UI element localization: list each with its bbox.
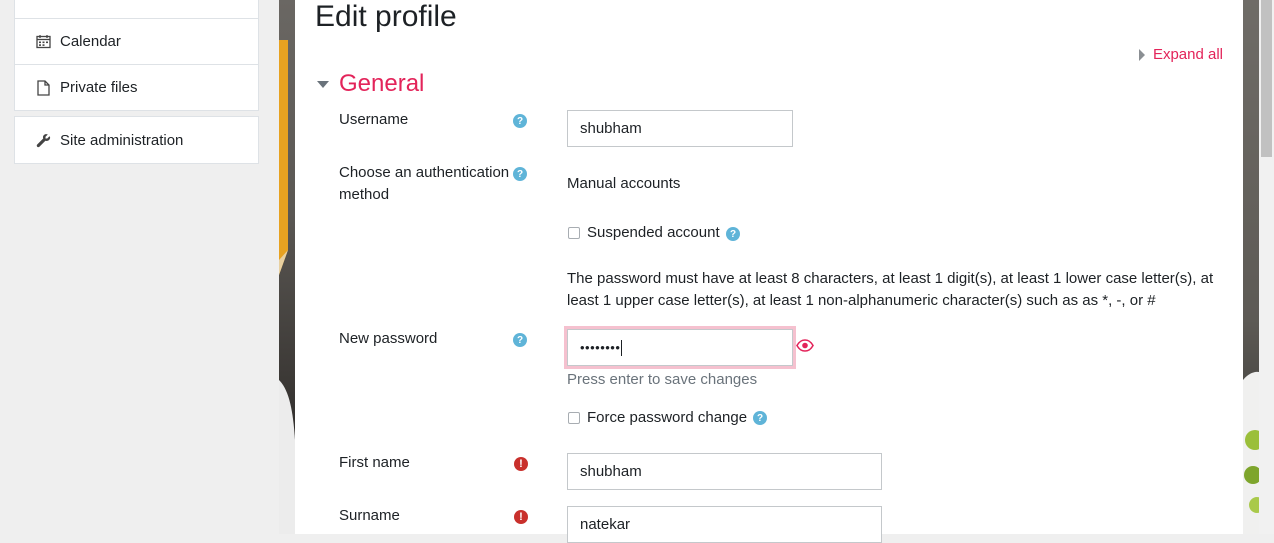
nav-item-private-files[interactable]: Private files bbox=[15, 64, 258, 110]
calendar-icon bbox=[35, 34, 51, 50]
nav-item-label: Private files bbox=[60, 79, 138, 96]
help-icon[interactable]: ? bbox=[513, 167, 527, 181]
new-password-input[interactable]: •••••••• bbox=[567, 329, 793, 366]
username-label: Username bbox=[339, 111, 409, 128]
password-hint: Press enter to save changes bbox=[567, 371, 758, 388]
help-icon[interactable]: ? bbox=[513, 114, 527, 128]
nav-item-label: Calendar bbox=[60, 33, 121, 50]
auth-method-label: Choose an authentication method bbox=[339, 162, 509, 206]
section-general-toggle[interactable]: General bbox=[317, 70, 424, 98]
nav-block-main: Calendar Private files bbox=[14, 0, 259, 111]
auth-label-line1: Choose an authentication bbox=[339, 164, 510, 181]
file-icon bbox=[35, 79, 51, 96]
eye-icon[interactable] bbox=[796, 339, 814, 357]
page-title: Edit profile bbox=[315, 0, 457, 33]
background-photo-left bbox=[279, 0, 295, 534]
expand-all-label: Expand all bbox=[1152, 46, 1223, 63]
required-icon: ! bbox=[514, 457, 528, 471]
text-caret bbox=[621, 339, 623, 356]
nav-item-hidden[interactable] bbox=[15, 0, 258, 18]
suspended-checkbox[interactable] bbox=[568, 227, 580, 239]
username-input[interactable]: shubham bbox=[567, 110, 793, 147]
nav-item-calendar[interactable]: Calendar bbox=[15, 18, 258, 64]
section-title: General bbox=[339, 70, 425, 97]
caret-right-icon bbox=[1138, 48, 1145, 61]
nav-item-label: Site administration bbox=[60, 131, 184, 149]
scrollbar[interactable] bbox=[1259, 0, 1274, 534]
password-rules-line1: The password must have at least 8 charac… bbox=[567, 270, 1214, 287]
password-rules: The password must have at least 8 charac… bbox=[567, 268, 1213, 312]
required-icon: ! bbox=[514, 510, 528, 524]
password-value: •••••••• bbox=[580, 340, 621, 355]
password-rules-line2: least 1 upper case letter(s), at least 1… bbox=[567, 292, 1156, 309]
suspended-label[interactable]: Suspended account bbox=[587, 224, 720, 241]
first-name-label: First name bbox=[339, 454, 410, 471]
caret-down-icon bbox=[317, 80, 329, 88]
expand-all-link[interactable]: Expand all bbox=[1138, 46, 1223, 63]
background-photo-right bbox=[1243, 0, 1259, 534]
nav-item-site-administration[interactable]: Site administration bbox=[15, 117, 258, 163]
surname-input[interactable]: natekar bbox=[567, 506, 882, 543]
force-password-checkbox[interactable] bbox=[568, 412, 580, 424]
auth-label-line2: method bbox=[339, 186, 390, 203]
auth-method-value: Manual accounts bbox=[567, 175, 681, 192]
nav-block-admin: Site administration bbox=[14, 116, 259, 164]
first-name-input[interactable]: shubham bbox=[567, 453, 882, 490]
force-password-label[interactable]: Force password change bbox=[587, 409, 747, 426]
surname-label: Surname bbox=[339, 507, 400, 524]
help-icon[interactable]: ? bbox=[726, 227, 740, 241]
main-region: Edit profile Expand all General Username… bbox=[295, 0, 1243, 543]
wrench-icon bbox=[35, 132, 51, 148]
new-password-label: New password bbox=[339, 330, 438, 347]
help-icon[interactable]: ? bbox=[513, 333, 527, 347]
scrollbar-thumb[interactable] bbox=[1261, 0, 1272, 157]
help-icon[interactable]: ? bbox=[753, 411, 767, 425]
